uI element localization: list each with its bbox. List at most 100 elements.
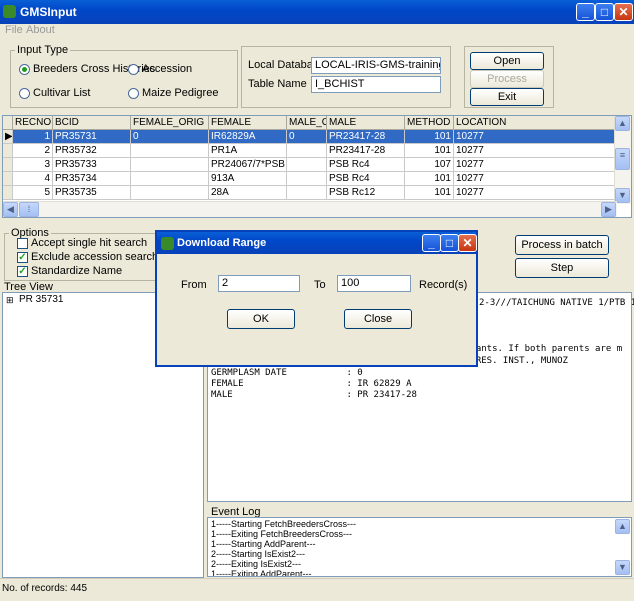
cell-method[interactable]: 107	[405, 158, 454, 172]
cell-female[interactable]: IR62829A	[209, 130, 287, 144]
maximize-button[interactable]: □	[595, 3, 614, 21]
close-button[interactable]: ✕	[614, 3, 633, 21]
to-input[interactable]: 100	[337, 275, 411, 292]
cell-male-orig[interactable]	[287, 144, 327, 158]
local-database-field[interactable]: LOCAL-IRIS-GMS-training	[311, 57, 441, 74]
cell-bcid[interactable]: PR35733	[53, 158, 131, 172]
radio-cultivar-list[interactable]	[19, 88, 30, 99]
exit-button[interactable]: Exit	[470, 88, 544, 106]
cell-location[interactable]: 10277	[454, 130, 618, 144]
row-selector[interactable]	[3, 172, 13, 186]
table-row[interactable]: 5 PR35735 28A PSB Rc12 101 10277	[3, 186, 631, 200]
cell-female-orig[interactable]	[131, 186, 209, 200]
event-log[interactable]: 1-----Starting FetchBreedersCross--- 1--…	[207, 517, 632, 577]
cell-location[interactable]: 10277	[454, 172, 618, 186]
radio-accession[interactable]	[128, 64, 139, 75]
dialog-app-icon	[161, 237, 174, 250]
cell-method[interactable]: 101	[405, 144, 454, 158]
radio-breeders-cross[interactable]	[19, 64, 30, 75]
dialog-close-button[interactable]: ✕	[458, 234, 477, 252]
row-selector[interactable]	[3, 158, 13, 172]
table-name-label: Table Name	[248, 78, 307, 90]
cell-bcid[interactable]: PR35734	[53, 172, 131, 186]
process-in-batch-button[interactable]: Process in batch	[515, 235, 609, 255]
grid-vertical-scrollbar[interactable]: ▲ ≡ ▼	[614, 116, 631, 204]
tree-node[interactable]: PR 35731	[19, 294, 63, 305]
cell-method[interactable]: 101	[405, 186, 454, 200]
cell-location[interactable]: 10277	[454, 144, 618, 158]
cell-location[interactable]: 10277	[454, 158, 618, 172]
cell-recno[interactable]: 2	[13, 144, 53, 158]
cell-bcid[interactable]: PR35731	[53, 130, 131, 144]
menu-bar: File About	[0, 24, 634, 38]
scroll-up-icon[interactable]: ▲	[615, 116, 630, 131]
cell-male[interactable]: PR23417-28	[327, 144, 405, 158]
cell-male-orig[interactable]	[287, 158, 327, 172]
cell-male[interactable]: PSB Rc4	[327, 158, 405, 172]
standardize-name-checkbox[interactable]: ✓	[17, 266, 28, 277]
records-grid[interactable]: RECNO BCID FEMALE_ORIG FEMALE MALE_OR MA…	[2, 115, 632, 218]
log-scroll-up-icon[interactable]: ▲	[615, 519, 630, 534]
cell-female-orig[interactable]	[131, 144, 209, 158]
cell-female-orig[interactable]	[131, 158, 209, 172]
cell-female[interactable]: 913A	[209, 172, 287, 186]
menu-about[interactable]: About	[26, 24, 55, 36]
table-row[interactable]: 2 PR35732 PR1A PR23417-28 101 10277	[3, 144, 631, 158]
exclude-accession-checkbox[interactable]: ✓	[17, 252, 28, 263]
cell-female[interactable]: PR24067/7*PSB Rc	[209, 158, 287, 172]
cell-location[interactable]: 10277	[454, 186, 618, 200]
scroll-right-icon[interactable]: ▶	[601, 202, 616, 217]
process-button[interactable]: Process	[470, 70, 544, 88]
column-header[interactable]: MALE	[327, 116, 405, 130]
column-header[interactable]: FEMALE	[209, 116, 287, 130]
table-row[interactable]: ▶ 1 PR35731 0 IR62829A 0 PR23417-28 101 …	[3, 130, 631, 144]
scroll-thumb[interactable]: ≡	[615, 148, 630, 170]
cell-recno[interactable]: 3	[13, 158, 53, 172]
cell-male[interactable]: PSB Rc4	[327, 172, 405, 186]
radio-maize-pedigree[interactable]	[128, 88, 139, 99]
cell-female-orig[interactable]	[131, 172, 209, 186]
cell-method[interactable]: 101	[405, 130, 454, 144]
cell-female[interactable]: PR1A	[209, 144, 287, 158]
row-selector[interactable]	[3, 144, 13, 158]
column-header[interactable]: FEMALE_ORIG	[131, 116, 209, 130]
dialog-close-text-button[interactable]: Close	[344, 309, 412, 329]
cell-method[interactable]: 101	[405, 172, 454, 186]
cell-male-orig[interactable]	[287, 186, 327, 200]
cell-recno[interactable]: 1	[13, 130, 53, 144]
scroll-down-icon[interactable]: ▼	[615, 188, 630, 203]
menu-file[interactable]: File	[5, 24, 23, 36]
cell-bcid[interactable]: PR35735	[53, 186, 131, 200]
row-selector[interactable]	[3, 186, 13, 200]
open-button[interactable]: Open	[470, 52, 544, 70]
column-header[interactable]: METHOD	[405, 116, 454, 130]
cell-bcid[interactable]: PR35732	[53, 144, 131, 158]
ok-button[interactable]: OK	[227, 309, 295, 329]
column-header[interactable]: MALE_OR	[287, 116, 327, 130]
log-scroll-down-icon[interactable]: ▼	[615, 560, 630, 575]
cell-male-orig[interactable]	[287, 172, 327, 186]
column-header[interactable]: BCID	[53, 116, 131, 130]
step-button[interactable]: Step	[515, 258, 609, 278]
dialog-minimize-button[interactable]: _	[422, 234, 441, 252]
cell-female-orig[interactable]: 0	[131, 130, 209, 144]
accept-single-hit-checkbox[interactable]	[17, 238, 28, 249]
dialog-maximize-button[interactable]: □	[440, 234, 459, 252]
cell-recno[interactable]: 5	[13, 186, 53, 200]
cell-recno[interactable]: 4	[13, 172, 53, 186]
column-header[interactable]: RECNO	[13, 116, 53, 130]
minimize-button[interactable]: _	[576, 3, 595, 21]
cell-female[interactable]: 28A	[209, 186, 287, 200]
scroll-left-icon[interactable]: ◀	[3, 202, 18, 217]
from-input[interactable]: 2	[218, 275, 300, 292]
cell-male-orig[interactable]: 0	[287, 130, 327, 144]
cell-male[interactable]: PR23417-28	[327, 130, 405, 144]
expand-icon[interactable]: ⊞	[6, 295, 14, 306]
table-name-field[interactable]: I_BCHIST	[311, 76, 441, 93]
table-row[interactable]: 3 PR35733 PR24067/7*PSB Rc PSB Rc4 107 1…	[3, 158, 631, 172]
table-row[interactable]: 4 PR35734 913A PSB Rc4 101 10277	[3, 172, 631, 186]
hscroll-thumb[interactable]: ⁞	[19, 202, 39, 217]
cell-male[interactable]: PSB Rc12	[327, 186, 405, 200]
grid-horizontal-scrollbar[interactable]: ◀ ⁞ ▶	[3, 201, 617, 217]
column-header[interactable]: LOCATION	[454, 116, 618, 130]
